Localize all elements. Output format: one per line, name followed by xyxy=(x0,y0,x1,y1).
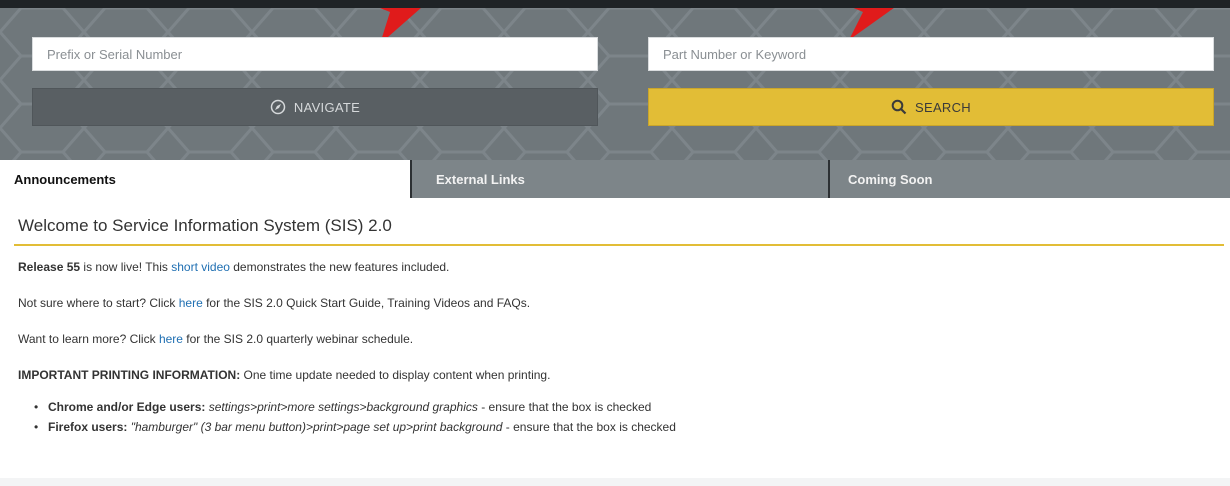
short-video-link[interactable]: short video xyxy=(171,260,230,274)
search-button[interactable]: SEARCH xyxy=(648,88,1214,126)
printing-info-line: IMPORTANT PRINTING INFORMATION: One time… xyxy=(18,368,550,382)
navigate-label: NAVIGATE xyxy=(293,99,361,115)
text-segment: for the SIS 2.0 quarterly webinar schedu… xyxy=(182,332,414,346)
quick-start-link[interactable]: here xyxy=(179,296,203,310)
search-icon xyxy=(891,99,907,115)
tab-coming-soon[interactable]: Coming Soon xyxy=(828,160,1230,198)
title-divider xyxy=(14,244,1224,246)
tab-label: Announcements xyxy=(14,171,116,187)
webinar-line: Want to learn more? Click here for the S… xyxy=(18,332,413,346)
list-item: Firefox users: "hamburger" (3 bar menu b… xyxy=(34,420,676,440)
part-number-input[interactable] xyxy=(648,37,1214,71)
text-segment: Want to learn more? Click xyxy=(18,332,159,346)
navigate-button[interactable]: NAVIGATE xyxy=(32,88,598,126)
text-segment: demonstrates the new features included. xyxy=(229,260,450,274)
text-segment: Not sure where to start? Click xyxy=(18,296,179,310)
text-segment: for the SIS 2.0 Quick Start Guide, Train… xyxy=(202,296,531,310)
tab-external-links[interactable]: External Links xyxy=(410,160,828,198)
printing-instructions-list: Chrome and/or Edge users: settings>print… xyxy=(34,400,676,440)
quick-start-line: Not sure where to start? Click here for … xyxy=(18,296,530,310)
printing-info-label: IMPORTANT PRINTING INFORMATION: xyxy=(18,368,241,382)
text-segment: - ensure that the box is checked xyxy=(477,400,652,414)
tab-label: External Links xyxy=(436,171,525,187)
release-label: Release 55 xyxy=(18,260,81,274)
release-announcement: Release 55 is now live! This short video… xyxy=(18,260,449,274)
text-segment: is now live! This xyxy=(80,260,172,274)
bullet-label: Chrome and/or Edge users: xyxy=(48,400,206,414)
tab-announcements[interactable]: Announcements xyxy=(0,160,410,198)
top-edge xyxy=(0,0,1230,8)
compass-icon xyxy=(270,99,286,115)
list-item: Chrome and/or Edge users: settings>print… xyxy=(34,400,676,420)
bullet-path: settings>print>more settings>background … xyxy=(205,400,478,414)
page-title: Welcome to Service Information System (S… xyxy=(18,216,392,235)
announcements-panel: Welcome to Service Information System (S… xyxy=(0,198,1230,486)
bottom-edge xyxy=(0,478,1230,486)
search-header: NAVIGATE SEARCH xyxy=(0,8,1230,180)
text-segment: - ensure that the box is checked xyxy=(502,420,676,434)
serial-number-input[interactable] xyxy=(32,37,598,71)
tab-bar: Announcements External Links Coming Soon xyxy=(0,160,1230,198)
bullet-path: "hamburger" (3 bar menu button)>print>pa… xyxy=(127,420,503,434)
search-label: SEARCH xyxy=(915,99,971,115)
text-segment: One time update needed to display conten… xyxy=(240,368,551,382)
tab-label: Coming Soon xyxy=(848,171,933,187)
bullet-label: Firefox users: xyxy=(48,420,128,434)
webinar-link[interactable]: here xyxy=(159,332,183,346)
